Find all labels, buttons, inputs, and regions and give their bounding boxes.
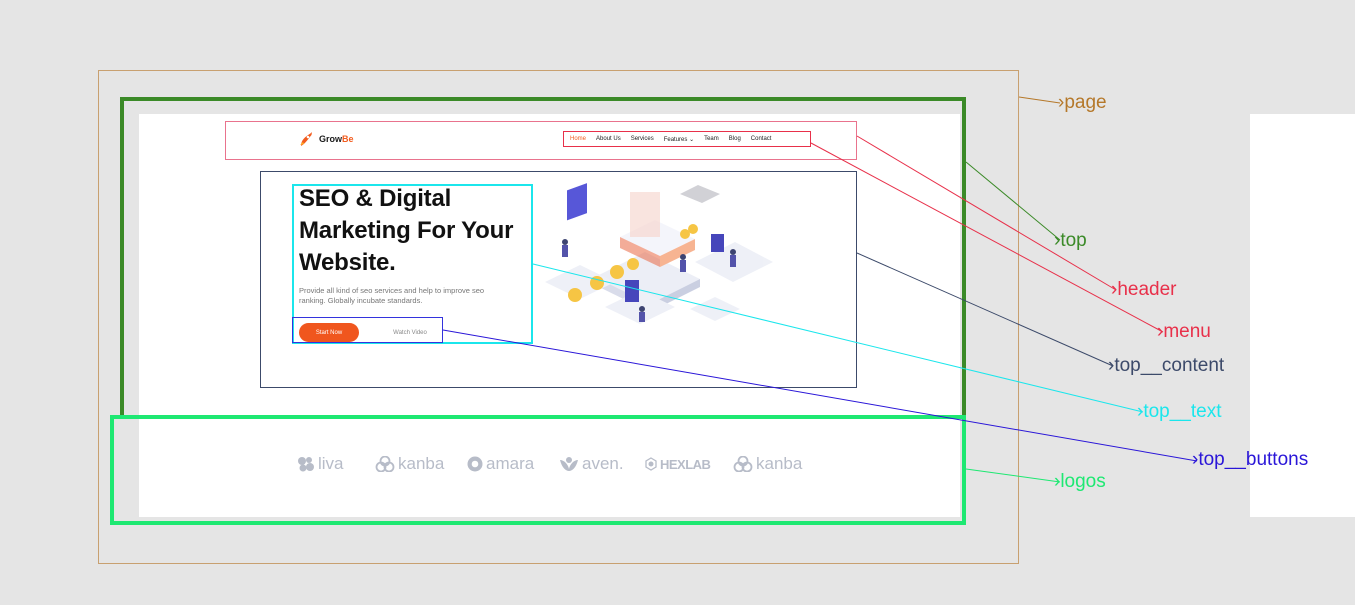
logos-annotation-box — [110, 415, 966, 525]
top-buttons-label: ›top__buttons — [1192, 449, 1309, 470]
top-content-label: ›top__content — [1108, 355, 1225, 376]
header-label: ›header — [1111, 279, 1177, 300]
logos-label: ›logos — [1054, 471, 1106, 492]
menu-label: ›menu — [1157, 321, 1211, 342]
top-buttons-annotation-box — [292, 317, 443, 343]
top-text-label: ›top__text — [1137, 401, 1222, 422]
page-label: ›page — [1058, 92, 1107, 113]
top-label: ›top — [1054, 230, 1087, 251]
menu-annotation-box — [563, 131, 811, 147]
